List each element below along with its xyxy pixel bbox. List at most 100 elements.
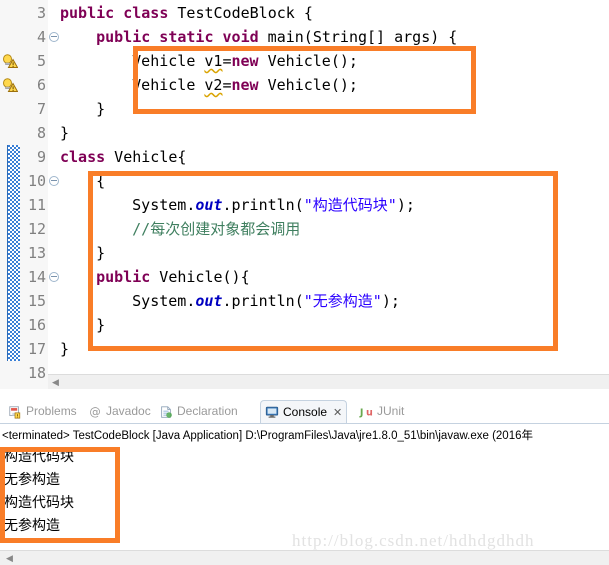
code-line[interactable]: } <box>60 121 69 145</box>
code-token-fld: out <box>195 292 223 310</box>
fold-collapse-icon[interactable] <box>49 272 59 282</box>
watermark-text: http://blog.csdn.net/hdhdgdhdh <box>292 531 535 550</box>
code-line[interactable]: //每次创建对象都会调用 <box>60 217 300 241</box>
line-number: 11 <box>27 196 46 214</box>
line-number: 4 <box>36 28 46 46</box>
tab-declaration[interactable]: Declaration <box>155 400 242 423</box>
code-line[interactable]: System.out.println("构造代码块"); <box>60 193 415 217</box>
line-number: 10 <box>27 172 46 190</box>
code-token-str: "构造代码块" <box>303 196 397 214</box>
line-number: 14 <box>27 268 46 286</box>
fold-collapse-icon[interactable] <box>49 176 59 186</box>
code-token-kw: public <box>96 268 151 286</box>
scroll-left-arrow-icon[interactable]: ◀ <box>50 377 61 387</box>
code-token-plain: = <box>222 76 232 94</box>
tab-bar-underline <box>0 423 609 424</box>
declaration-icon <box>159 405 173 419</box>
console-output-line: 构造代码块 <box>4 449 74 465</box>
code-token-plain: } <box>96 100 106 118</box>
console-output-line: 构造代码块 <box>4 495 74 511</box>
code-token-plain: ); <box>396 196 415 214</box>
tab-label: Declaration <box>177 404 238 418</box>
line-number: 16 <box>27 316 46 334</box>
console-icon <box>265 405 279 419</box>
code-token-kw: class <box>60 148 106 166</box>
code-line[interactable]: System.out.println("无参构造"); <box>60 289 400 313</box>
code-editor[interactable]: 3 4 5 6 7 8 9 10 11 12 13 14 15 16 17 18 public class T… <box>0 0 609 389</box>
tab-javadoc[interactable]: @ Javadoc <box>84 400 155 423</box>
code-token-kw: public <box>60 4 115 22</box>
code-token-warnvar: v1 <box>204 52 223 70</box>
code-token-plain: { <box>96 172 106 190</box>
code-line[interactable]: Vehicle v2=new Vehicle(); <box>60 73 358 97</box>
code-token-plain: Vehicle <box>132 52 205 70</box>
code-line[interactable]: { <box>60 169 105 193</box>
code-token-plain: } <box>60 124 70 142</box>
code-token-plain: Vehicle(); <box>258 52 358 70</box>
code-token-plain: Vehicle{ <box>105 148 187 166</box>
tab-label: Javadoc <box>106 404 151 418</box>
code-token-plain: .println( <box>222 196 304 214</box>
line-number-ruler: 3 4 5 6 7 8 9 10 11 12 13 14 15 16 17 18 <box>20 0 49 389</box>
code-token-kw: void <box>222 28 259 46</box>
code-line[interactable]: } <box>60 241 105 265</box>
code-line[interactable]: } <box>60 313 105 337</box>
code-token-plain: ); <box>381 292 400 310</box>
line-number: 13 <box>27 244 46 262</box>
editor-horizontal-scrollbar[interactable]: ◀ <box>48 374 609 389</box>
console-launch-status: <terminated> TestCodeBlock [Java Applica… <box>2 430 533 442</box>
folding-ruler[interactable] <box>48 0 60 389</box>
code-token-plain: main(String[] args) { <box>258 28 458 46</box>
console-horizontal-scrollbar[interactable]: ◀ <box>0 550 609 565</box>
code-token-plain: .println( <box>222 292 304 310</box>
tab-label: Console <box>283 404 328 419</box>
view-tab-bar[interactable]: Problems @ Javadoc Declaration Console ✕ Ju JUn… <box>0 400 609 423</box>
code-token-kw: public <box>96 28 151 46</box>
code-token-kw: new <box>231 52 259 70</box>
code-token-plain: Vehicle(){ <box>150 268 250 286</box>
code-line[interactable]: } <box>60 97 105 121</box>
code-token-plain: } <box>96 316 106 334</box>
code-text-layer[interactable]: public class TestCodeBlock {public stati… <box>60 0 609 389</box>
tab-label: JUnit <box>377 404 405 418</box>
code-token-plain: Vehicle <box>132 76 205 94</box>
warning-quickfix-icon[interactable] <box>2 53 19 69</box>
problems-icon <box>8 405 22 419</box>
code-line[interactable]: public Vehicle(){ <box>60 265 250 289</box>
console-scroll-left-arrow-icon[interactable]: ◀ <box>4 553 15 563</box>
svg-text:@: @ <box>89 405 100 419</box>
warning-quickfix-icon[interactable] <box>2 77 19 93</box>
line-number: 9 <box>36 148 46 166</box>
code-token-plain: System. <box>132 196 196 214</box>
line-number: 17 <box>27 340 46 358</box>
close-icon[interactable]: ✕ <box>333 406 342 419</box>
line-number: 18 <box>27 364 46 382</box>
annotation-ruler[interactable] <box>0 0 21 389</box>
code-token-plain: Vehicle(); <box>258 76 358 94</box>
tab-problems[interactable]: Problems <box>4 400 81 423</box>
code-token-cmt: //每次创建对象都会调用 <box>132 220 301 238</box>
code-line[interactable]: Vehicle v1=new Vehicle(); <box>60 49 358 73</box>
code-line[interactable]: class Vehicle{ <box>60 145 186 169</box>
code-token-plain: } <box>60 340 70 358</box>
fold-collapse-icon[interactable] <box>49 32 59 42</box>
code-token-fld: out <box>195 196 223 214</box>
line-number: 8 <box>36 124 46 142</box>
code-token-plain: } <box>96 244 106 262</box>
code-line[interactable]: } <box>60 337 69 361</box>
code-token-str: "无参构造" <box>303 292 382 310</box>
code-line[interactable]: public static void main(String[] args) { <box>60 25 457 49</box>
tab-console[interactable]: Console ✕ <box>260 400 348 423</box>
console-output-line: 无参构造 <box>4 472 60 488</box>
code-token-plain: System. <box>132 292 196 310</box>
line-number: 12 <box>27 220 46 238</box>
javadoc-icon: @ <box>88 404 102 419</box>
code-token-warnvar: v2 <box>204 76 223 94</box>
line-number: 7 <box>36 100 46 118</box>
code-token-kw: static <box>159 28 214 46</box>
tab-junit[interactable]: Ju JUnit <box>355 400 408 423</box>
code-line[interactable]: public class TestCodeBlock { <box>60 1 313 25</box>
